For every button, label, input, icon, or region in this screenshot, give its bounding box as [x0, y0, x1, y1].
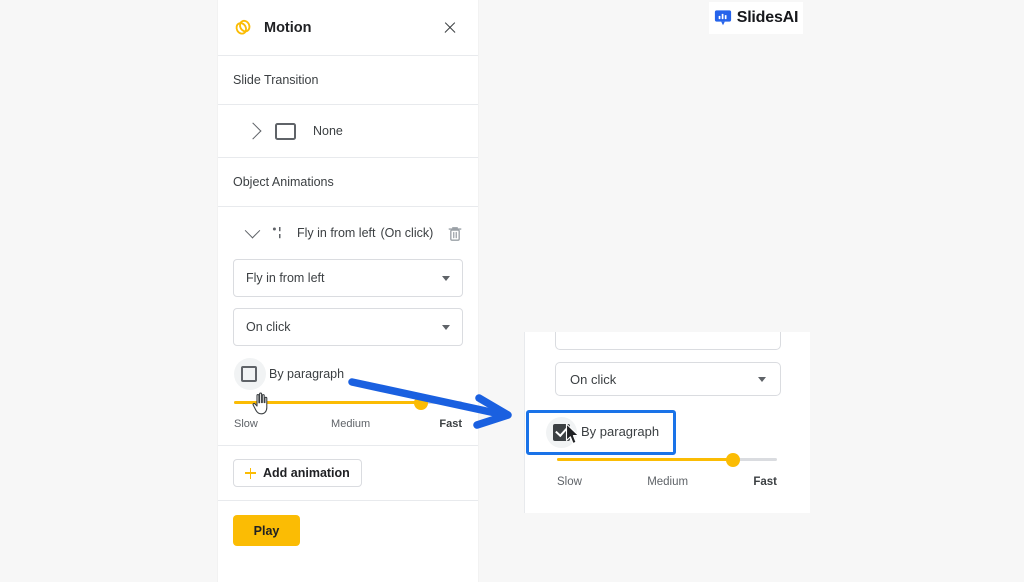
animation-controls: Fly in from left On click: [218, 259, 478, 346]
slider-thumb[interactable]: [726, 452, 740, 467]
play-section: Play: [218, 501, 478, 560]
slide-rectangle-icon: [275, 122, 296, 140]
slider-label-medium: Medium: [331, 418, 371, 430]
close-icon[interactable]: [440, 18, 460, 38]
slide-transition-value: None: [313, 124, 343, 138]
by-paragraph-row[interactable]: By paragraph: [218, 357, 478, 391]
slide-transition-row[interactable]: None: [218, 105, 478, 158]
add-animation-section: Add animation: [218, 446, 478, 501]
slider-labels: Slow Medium Fast: [557, 476, 777, 488]
effect-select-value: Fly in from left: [246, 271, 325, 285]
zoom-by-paragraph-checkbox[interactable]: [553, 424, 570, 441]
slider-label-fast: Fast: [439, 418, 462, 430]
zoom-speed-slider[interactable]: Slow Medium Fast: [557, 452, 777, 488]
slider-labels: Slow Medium Fast: [234, 418, 462, 430]
plus-icon: [245, 467, 256, 479]
add-animation-label: Add animation: [263, 466, 350, 480]
bullet-list-icon: [272, 227, 281, 239]
motion-panel: Motion Slide Transition None Object Anim…: [218, 0, 478, 582]
page-title: Motion: [264, 19, 312, 36]
animation-effect-text: Fly in from left: [297, 226, 376, 240]
object-animations-label: Object Animations: [218, 158, 478, 207]
effect-select-partial[interactable]: [555, 332, 781, 350]
slider-label-slow: Slow: [557, 476, 582, 488]
slider-label-slow: Slow: [234, 418, 258, 430]
slider-label-fast: Fast: [753, 476, 777, 488]
trigger-select[interactable]: On click: [233, 308, 463, 346]
animation-item-name: Fly in from left (On click): [297, 226, 447, 240]
panel-header: Motion: [218, 0, 478, 56]
by-paragraph-checkbox[interactable]: [241, 366, 257, 382]
slides-presentation-icon: [714, 10, 731, 26]
chevron-down-icon: [758, 376, 766, 382]
slidesai-logo: SlidesAI: [709, 2, 803, 34]
chevron-right-icon: [244, 122, 262, 140]
trigger-select-value: On click: [246, 320, 291, 334]
slider-fill: [557, 458, 733, 461]
slider-fill: [234, 401, 421, 404]
effect-select[interactable]: Fly in from left: [233, 259, 463, 297]
animation-item-row[interactable]: Fly in from left (On click): [218, 207, 478, 259]
slide-transition-label: Slide Transition: [218, 56, 478, 105]
add-animation-button[interactable]: Add animation: [233, 459, 362, 487]
slider-track[interactable]: [557, 452, 777, 467]
slidesai-logo-text: SlidesAI: [736, 9, 799, 26]
zoom-trigger-select[interactable]: On click: [555, 362, 781, 396]
chevron-down-icon: [442, 275, 450, 281]
zoom-by-paragraph-label: By paragraph: [581, 424, 660, 439]
animation-trigger-text: (On click): [380, 226, 434, 240]
zoom-callout-panel: On click By paragraph Slow Medium Fast: [524, 332, 810, 513]
trash-icon[interactable]: [447, 225, 463, 242]
zoom-trigger-select-value: On click: [570, 371, 617, 387]
slider-thumb[interactable]: [413, 395, 428, 410]
slider-track[interactable]: [234, 395, 462, 410]
by-paragraph-label: By paragraph: [269, 367, 345, 381]
chevron-down-icon[interactable]: [244, 222, 261, 238]
speed-slider[interactable]: Slow Medium Fast: [218, 395, 478, 430]
play-button[interactable]: Play: [233, 515, 300, 546]
slider-label-medium: Medium: [647, 476, 689, 488]
screenshot-stage: SlidesAI Motion Slide Transition None Ob…: [0, 0, 1024, 582]
motion-coins-icon: [235, 19, 251, 35]
chevron-down-icon: [442, 324, 450, 330]
